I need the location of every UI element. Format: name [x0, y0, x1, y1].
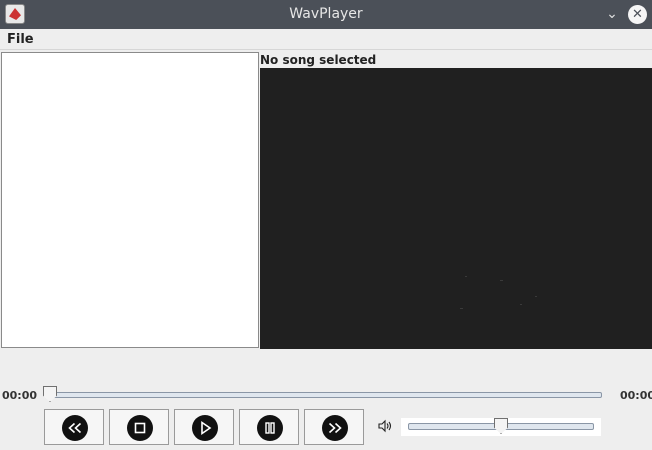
fast-forward-icon	[322, 415, 348, 441]
title-bar[interactable]: WavPlayer ⌄ ✕	[0, 0, 652, 29]
rewind-icon	[62, 415, 88, 441]
time-total: 00:00	[620, 389, 652, 402]
window-title: WavPlayer	[289, 6, 363, 22]
pause-icon	[257, 415, 283, 441]
play-button[interactable]	[174, 409, 234, 445]
volume-icon	[378, 419, 392, 433]
stop-button[interactable]	[109, 409, 169, 445]
waveform-graphic	[292, 146, 638, 309]
menu-bar: File	[0, 29, 652, 50]
song-title: No song selected	[260, 53, 377, 67]
menu-file[interactable]: File	[7, 32, 34, 47]
app-window: WavPlayer ⌄ ✕ File No song selected 00:0…	[0, 0, 652, 450]
playlist-panel[interactable]	[1, 52, 259, 348]
close-icon[interactable]: ✕	[628, 5, 647, 24]
pause-button[interactable]	[239, 409, 299, 445]
rewind-button[interactable]	[44, 409, 104, 445]
fast-forward-button[interactable]	[304, 409, 364, 445]
play-icon	[192, 415, 218, 441]
seek-slider-thumb[interactable]	[43, 386, 57, 402]
stop-icon	[127, 415, 153, 441]
seek-slider[interactable]	[45, 392, 602, 398]
waveform-visualizer	[260, 68, 652, 349]
time-elapsed: 00:00	[2, 389, 38, 402]
minimize-icon[interactable]: ⌄	[603, 5, 621, 23]
